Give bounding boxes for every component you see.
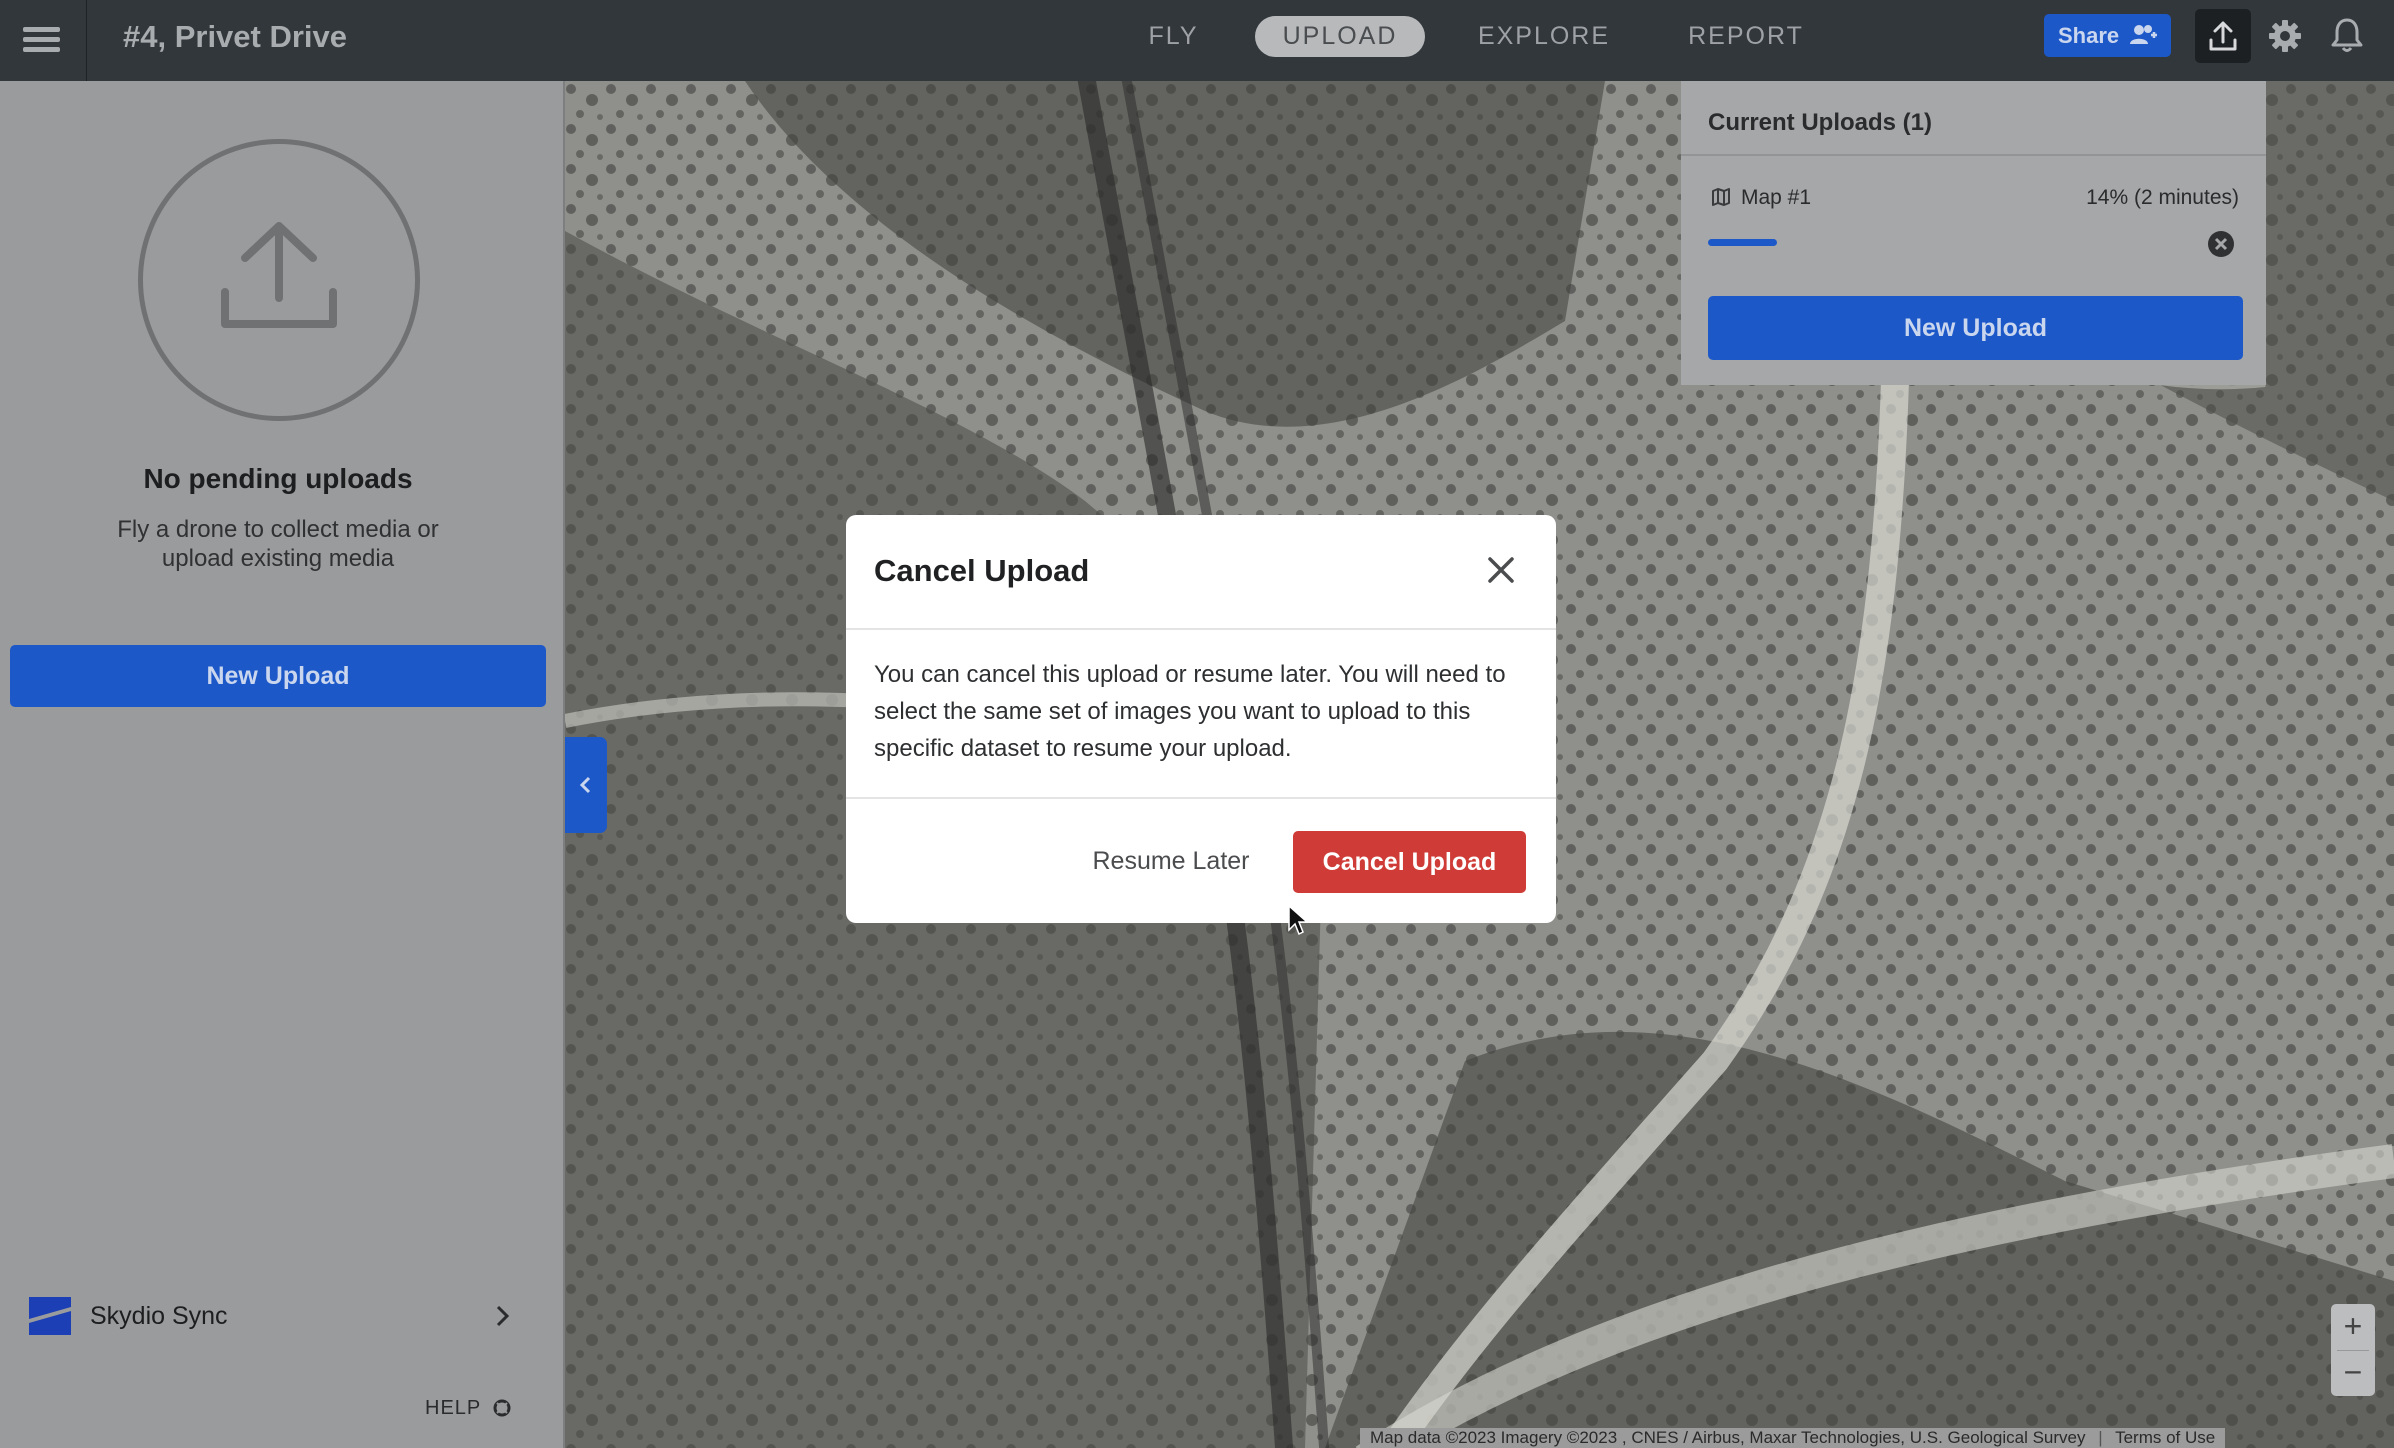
collapse-sidebar-tab[interactable] xyxy=(565,737,607,833)
share-label: Share xyxy=(2058,23,2120,48)
mouse-cursor-icon xyxy=(1288,904,1309,936)
menu-icon[interactable] xyxy=(0,0,87,81)
upload-item-status: 14% (2 minutes) xyxy=(2086,186,2239,209)
map-attribution: Map data ©2023 Imagery ©2023 , CNES / Ai… xyxy=(1360,1428,2226,1448)
empty-state-subtitle: Fly a drone to collect media or upload e… xyxy=(117,516,439,572)
divider xyxy=(1681,154,2266,156)
current-uploads-panel: Current Uploads (1) Map #1 14% (2 minute… xyxy=(1681,81,2266,385)
tab-upload[interactable]: UPLOAD xyxy=(1255,16,1425,57)
help-link[interactable]: HELP xyxy=(425,1397,511,1420)
dialog-divider-bottom xyxy=(846,797,1556,799)
cancel-upload-button[interactable]: Cancel Upload xyxy=(1293,831,1526,893)
tab-fly[interactable]: FLY xyxy=(1136,16,1211,57)
upload-circle-illustration xyxy=(138,139,420,421)
dialog-title: Cancel Upload xyxy=(874,553,1090,588)
attribution-text: Map data ©2023 Imagery ©2023 , CNES / Ai… xyxy=(1370,1428,2086,1447)
upload-progress-bar xyxy=(1708,239,2198,246)
current-uploads-header: Current Uploads (1) xyxy=(1708,109,1933,136)
zoom-in-button[interactable]: + xyxy=(2331,1304,2375,1350)
site-title: #4, Privet Drive xyxy=(123,19,348,54)
share-button[interactable]: Share xyxy=(2044,14,2171,57)
cancel-upload-icon[interactable] xyxy=(2207,230,2235,258)
tab-explore[interactable]: EXPLORE xyxy=(1470,16,1618,57)
upload-progress-fill xyxy=(1708,239,1777,246)
left-sidebar: No pending uploads Fly a drone to collec… xyxy=(0,81,563,1448)
share-people-icon xyxy=(2130,25,2157,44)
tab-report[interactable]: REPORT xyxy=(1679,16,1813,57)
map-zoom-control: + − xyxy=(2331,1304,2375,1396)
gear-icon[interactable] xyxy=(2268,19,2302,53)
bell-icon[interactable] xyxy=(2331,17,2363,53)
skydio-sync-row[interactable]: Skydio Sync xyxy=(29,1291,529,1341)
upload-icon xyxy=(221,222,337,328)
upload-queue-button[interactable] xyxy=(2195,9,2251,63)
map-icon xyxy=(1712,188,1730,206)
empty-state-title: No pending uploads xyxy=(143,463,413,494)
upload-item-name: Map #1 xyxy=(1741,186,1812,209)
dialog-body-text: You can cancel this upload or resume lat… xyxy=(874,661,1506,762)
close-icon[interactable] xyxy=(1486,555,1516,585)
sidebar-new-upload-button[interactable]: New Upload xyxy=(10,645,546,707)
dialog-divider-top xyxy=(846,628,1556,630)
chevron-left-icon xyxy=(579,776,591,794)
cancel-upload-dialog: Cancel Upload You can cancel this upload… xyxy=(846,515,1556,923)
upload-icon xyxy=(2209,21,2237,51)
resume-later-button[interactable]: Resume Later xyxy=(1046,831,1296,891)
help-label: HELP xyxy=(425,1397,481,1419)
chevron-right-icon xyxy=(496,1305,510,1327)
skydio-logo-icon xyxy=(29,1297,71,1335)
skydio-sync-label: Skydio Sync xyxy=(90,1302,228,1330)
lifebuoy-icon xyxy=(493,1399,511,1417)
zoom-out-button[interactable]: − xyxy=(2331,1350,2375,1396)
top-bar: #4, Privet Drive FLY UPLOAD EXPLORE REPO… xyxy=(0,0,2394,81)
panel-new-upload-button[interactable]: New Upload xyxy=(1708,296,2243,360)
terms-of-use-link[interactable]: Terms of Use xyxy=(2115,1428,2215,1447)
